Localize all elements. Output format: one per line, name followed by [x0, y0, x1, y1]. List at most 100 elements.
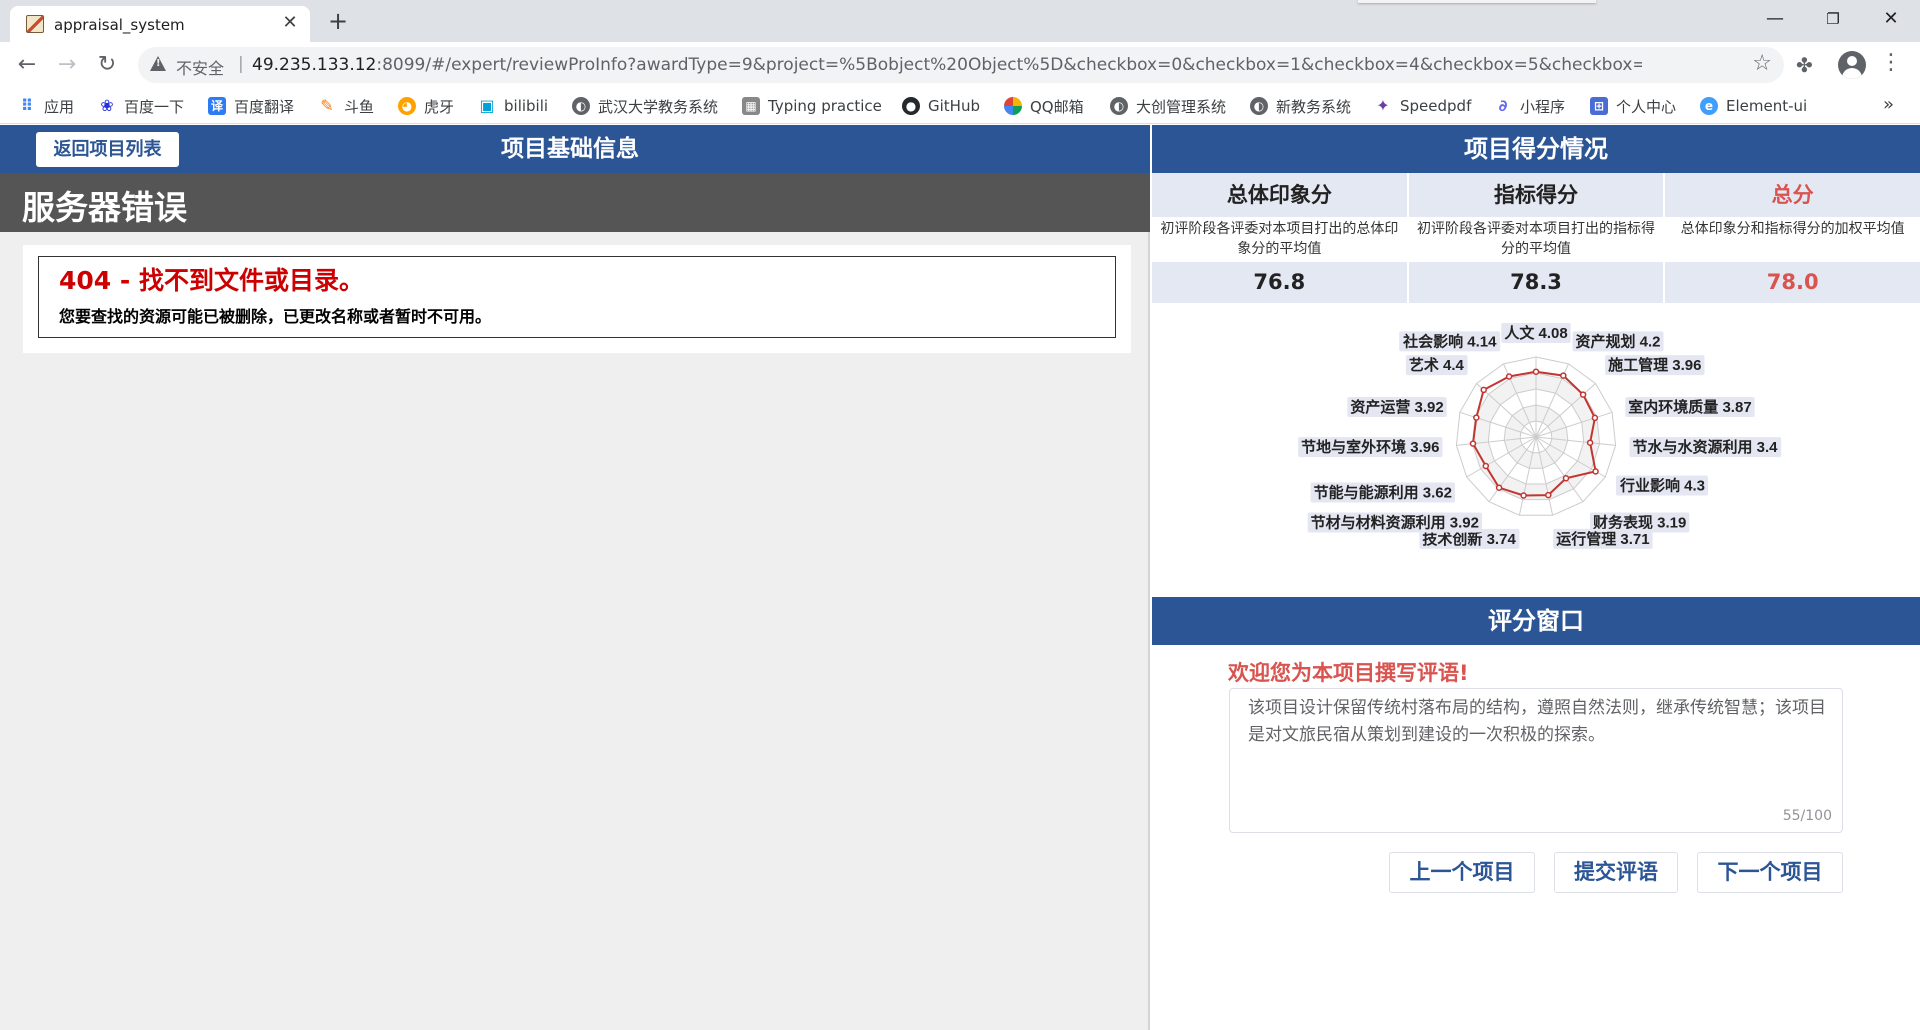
insecure-label[interactable]: 不安全: [176, 55, 224, 79]
browser-tab[interactable]: appraisal_system ✕: [10, 6, 310, 42]
radar-data-point: [1532, 368, 1540, 375]
extensions-icon[interactable]: ✤: [1796, 53, 1813, 77]
score-table: 总体印象分 初评阶段各评委对本项目打出的总体印象分的平均值 76.8 指标得分 …: [1152, 173, 1920, 303]
comment-text[interactable]: 该项目设计保留传统村落布局的结构，遵照自然法则，继承传统智慧；该项目是对文旅民宿…: [1248, 695, 1828, 749]
apps-grid-icon: ⠿: [20, 96, 34, 115]
radar-axis-label: 社会影响 4.14: [1402, 332, 1497, 350]
more-bookmarks-icon[interactable]: »: [1883, 94, 1894, 115]
radar-data-point: [1480, 386, 1487, 394]
huya-icon: ◕: [398, 97, 416, 115]
submit-comment-button[interactable]: 提交评语: [1554, 852, 1678, 893]
char-counter: 55/100: [1782, 808, 1832, 824]
address-bar[interactable]: 不安全 | 49.235.133.12:8099/#/expert/review…: [138, 47, 1784, 83]
radar-data-point: [1560, 372, 1567, 379]
error-message: 您要查找的资源可能已被删除，已更改名称或者暂时不可用。: [59, 307, 492, 326]
bookmark-huya[interactable]: ◕ 虎牙: [398, 95, 454, 117]
error-fieldset: 404 - 找不到文件或目录。 您要查找的资源可能已被删除，已更改名称或者暂时不…: [38, 256, 1116, 338]
prev-project-button[interactable]: 上一个项目: [1389, 852, 1535, 893]
bookmark-new-edu[interactable]: ◐ 新教务系统: [1250, 95, 1351, 117]
douyu-icon: ✎: [320, 96, 334, 115]
score-column-head: 总体印象分: [1152, 173, 1407, 217]
radar-data-point: [1520, 492, 1527, 499]
forward-icon[interactable]: →: [52, 50, 82, 80]
radar-axis-label: 技术创新 3.74: [1422, 530, 1516, 548]
radar-axis-label: 资产规划 4.2: [1576, 332, 1661, 350]
menu-dots-icon[interactable]: ⋮: [1880, 50, 1902, 75]
radar-data-point: [1579, 391, 1587, 398]
radar-data-point: [1562, 475, 1570, 482]
restore-icon[interactable]: ❐: [1808, 0, 1858, 38]
bookmark-personal-center[interactable]: ⊞ 个人中心: [1590, 95, 1676, 117]
url-text[interactable]: 49.235.133.12:8099/#/expert/reviewProInf…: [252, 55, 1642, 75]
back-icon[interactable]: ←: [12, 50, 42, 80]
bookmark-element-ui[interactable]: e Element-ui: [1700, 95, 1807, 117]
miniprogram-icon: ∂: [1498, 96, 1508, 115]
bookmark-apps[interactable]: ⠿ 应用: [18, 95, 74, 117]
page-content: 返回项目列表 项目基础信息 服务器错误 404 - 找不到文件或目录。 您要查找…: [0, 125, 1920, 1030]
radar-axis-label: 室内环境质量 3.87: [1628, 398, 1751, 416]
bookmark-qqmail[interactable]: QQ邮箱: [1004, 95, 1084, 117]
comment-window-title: 评分窗口: [1152, 597, 1920, 645]
radar-data-point: [1505, 373, 1513, 380]
minimize-icon[interactable]: —: [1750, 0, 1800, 38]
score-column-desc: 初评阶段各评委对本项目打出的指标得分的平均值: [1408, 217, 1664, 262]
url-separator: |: [238, 54, 244, 74]
server-error-bar: 服务器错误: [0, 173, 1150, 232]
radar-data-point: [1469, 440, 1477, 447]
qqmail-icon: [1004, 97, 1022, 115]
score-column-desc: 总体印象分和指标得分的加权平均值: [1665, 217, 1920, 262]
bookmark-speedpdf[interactable]: ✦ Speedpdf: [1374, 95, 1471, 117]
globe-icon: ◐: [572, 97, 590, 115]
radar-axis-label: 财务表现 3.19: [1593, 514, 1686, 532]
back-to-list-button[interactable]: 返回项目列表: [36, 132, 179, 167]
bookmark-bilibili[interactable]: ▣ bilibili: [478, 95, 548, 117]
radar-axis-label: 资产运营 3.92: [1350, 398, 1443, 416]
bookmark-github[interactable]: ● GitHub: [902, 95, 980, 117]
impression-score-column: 总体印象分 初评阶段各评委对本项目打出的总体印象分的平均值 76.8: [1152, 173, 1409, 303]
baidu-paw-icon: ❀: [100, 96, 114, 115]
radar-axis-label: 节能与能源利用 3.62: [1314, 484, 1452, 502]
score-column-value: 78.3: [1408, 262, 1664, 303]
score-column-head: 指标得分: [1408, 173, 1664, 217]
close-tab-icon[interactable]: ✕: [280, 13, 300, 33]
error-heading: 404 - 找不到文件或目录。: [59, 266, 364, 295]
speedpdf-icon: ✦: [1376, 96, 1390, 115]
close-window-icon[interactable]: ✕: [1866, 0, 1916, 38]
tab-title: appraisal_system: [54, 16, 185, 34]
warning-icon: [150, 56, 166, 71]
bookmark-baidu-translate[interactable]: 译百度翻译: [208, 95, 294, 117]
score-panel-title: 项目得分情况: [1152, 125, 1920, 173]
radar-axis-label: 施工管理 3.96: [1608, 356, 1701, 374]
radar-axis-label: 运行管理 3.71: [1556, 530, 1649, 548]
bookmark-typing[interactable]: ▦ Typing practice: [742, 95, 882, 117]
bookmark-star-icon[interactable]: ☆: [1752, 51, 1772, 76]
radar-data-point: [1495, 484, 1503, 491]
typing-icon: ▦: [742, 97, 760, 115]
bookmark-dachuang[interactable]: ◐ 大创管理系统: [1110, 95, 1226, 117]
score-column-value: 78.0: [1665, 262, 1920, 303]
server-error-title: 服务器错误: [22, 188, 187, 227]
new-tab-icon[interactable]: +: [324, 8, 352, 36]
browser-toolbar: ← → ↻ 不安全 | 49.235.133.12:8099/#/expert/…: [0, 42, 1920, 88]
comment-textarea[interactable]: 该项目设计保留传统村落布局的结构，遵照自然法则，继承传统智慧；该项目是对文旅民宿…: [1229, 688, 1843, 833]
bookmark-miniprogram[interactable]: ∂ 小程序: [1494, 95, 1565, 117]
bookmark-douyu[interactable]: ✎ 斗鱼: [318, 95, 374, 117]
radar-data-point: [1591, 414, 1599, 422]
radar-axis-label: 节水与水资源利用 3.4: [1633, 438, 1779, 456]
app-favicon-icon: [26, 15, 44, 33]
radar-data-point: [1482, 462, 1490, 470]
profile-avatar-icon[interactable]: [1838, 51, 1866, 79]
bookmark-whu-edu[interactable]: ◐ 武汉大学教务系统: [572, 95, 718, 117]
score-panel: 项目得分情况 总体印象分 初评阶段各评委对本项目打出的总体印象分的平均值 76.…: [1152, 125, 1920, 1030]
score-column-desc: 初评阶段各评委对本项目打出的总体印象分的平均值: [1152, 217, 1407, 262]
radar-axis-label: 节地与室外环境 3.96: [1301, 438, 1439, 456]
radar-data-point: [1586, 439, 1594, 446]
globe-icon: ◐: [1250, 97, 1268, 115]
score-column-value: 76.8: [1152, 262, 1407, 303]
radar-axis-label: 艺术 4.4: [1409, 356, 1465, 374]
bookmark-baidu[interactable]: ❀ 百度一下: [98, 95, 184, 117]
translate-icon: 译: [208, 97, 226, 115]
reload-icon[interactable]: ↻: [92, 50, 122, 80]
bilibili-icon: ▣: [479, 96, 495, 115]
next-project-button[interactable]: 下一个项目: [1697, 852, 1843, 893]
